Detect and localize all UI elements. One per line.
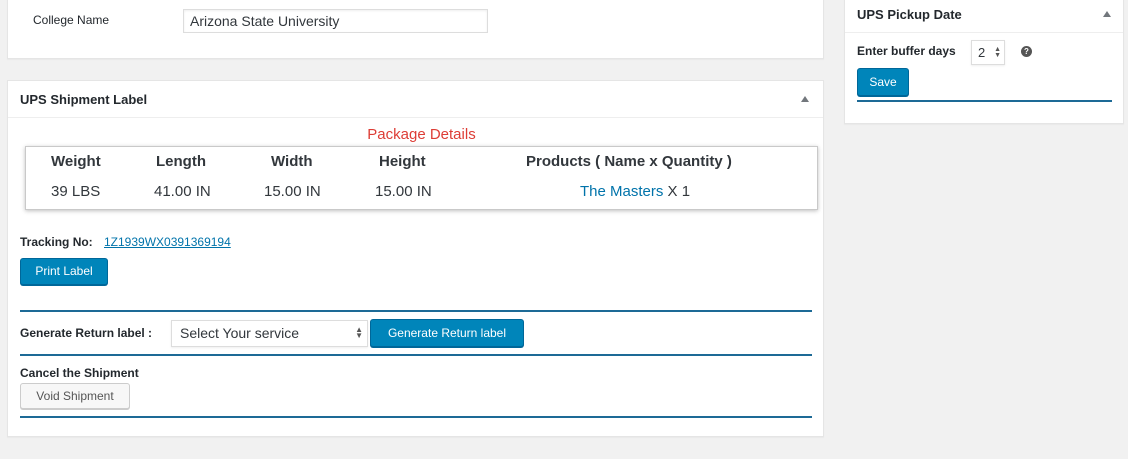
divider xyxy=(857,100,1112,102)
collapse-arrow-icon[interactable] xyxy=(1103,11,1111,17)
cell-width: 15.00 IN xyxy=(264,183,321,200)
pickup-panel-header[interactable]: UPS Pickup Date xyxy=(845,0,1123,33)
void-shipment-button[interactable]: Void Shipment xyxy=(20,383,130,409)
column-header-height: Height xyxy=(379,153,426,170)
tracking-number-link[interactable]: 1Z1939WX0391369194 xyxy=(104,235,231,249)
product-link[interactable]: The Masters xyxy=(580,183,663,200)
return-service-selected-value: Select Your service xyxy=(180,325,300,341)
help-icon[interactable]: ? xyxy=(1021,46,1032,57)
ups-pickup-date-panel: UPS Pickup Date Enter buffer days 2 ▲ ▼ ?… xyxy=(844,0,1124,124)
college-name-label: College Name xyxy=(33,13,110,27)
cell-weight: 39 LBS xyxy=(51,183,101,200)
shipment-panel-title: UPS Shipment Label xyxy=(20,92,148,107)
product-quantity: X 1 xyxy=(667,183,691,200)
column-header-width: Width xyxy=(271,153,313,170)
select-arrows-icon: ▲ ▼ xyxy=(994,46,1001,59)
column-header-products: Products ( Name x Quantity ) xyxy=(526,153,732,170)
cell-products: The Masters X 1 xyxy=(580,183,690,200)
generate-return-label-label: Generate Return label : xyxy=(20,326,153,340)
package-details-table: Weight Length Width Height Products ( Na… xyxy=(25,146,818,210)
buffer-days-value: 2 xyxy=(978,45,986,60)
column-header-length: Length xyxy=(156,153,206,170)
shipment-panel-header[interactable]: UPS Shipment Label xyxy=(8,81,823,118)
generate-return-label-button[interactable]: Generate Return label xyxy=(370,319,524,347)
print-label-button[interactable]: Print Label xyxy=(20,258,108,285)
buffer-days-select[interactable]: 2 ▲ ▼ xyxy=(971,40,1005,65)
package-details-heading: Package Details xyxy=(367,126,476,143)
pickup-panel-title: UPS Pickup Date xyxy=(857,7,962,22)
college-name-input[interactable] xyxy=(183,9,488,33)
buffer-days-label: Enter buffer days xyxy=(857,44,956,58)
save-button[interactable]: Save xyxy=(857,68,909,96)
divider xyxy=(20,310,812,312)
cancel-shipment-label: Cancel the Shipment xyxy=(20,366,139,380)
select-arrows-icon: ▲ ▼ xyxy=(355,325,363,340)
cell-height: 15.00 IN xyxy=(375,183,432,200)
tracking-number-label: Tracking No: xyxy=(20,235,93,249)
divider xyxy=(20,354,812,356)
divider xyxy=(20,416,812,418)
return-service-select[interactable]: Select Your service ▲ ▼ xyxy=(171,320,368,347)
college-panel: College Name xyxy=(7,0,824,59)
cell-length: 41.00 IN xyxy=(154,183,211,200)
ups-shipment-label-panel: UPS Shipment Label Package Details Weigh… xyxy=(7,80,824,437)
column-header-weight: Weight xyxy=(51,153,101,170)
collapse-arrow-icon[interactable] xyxy=(801,96,809,102)
